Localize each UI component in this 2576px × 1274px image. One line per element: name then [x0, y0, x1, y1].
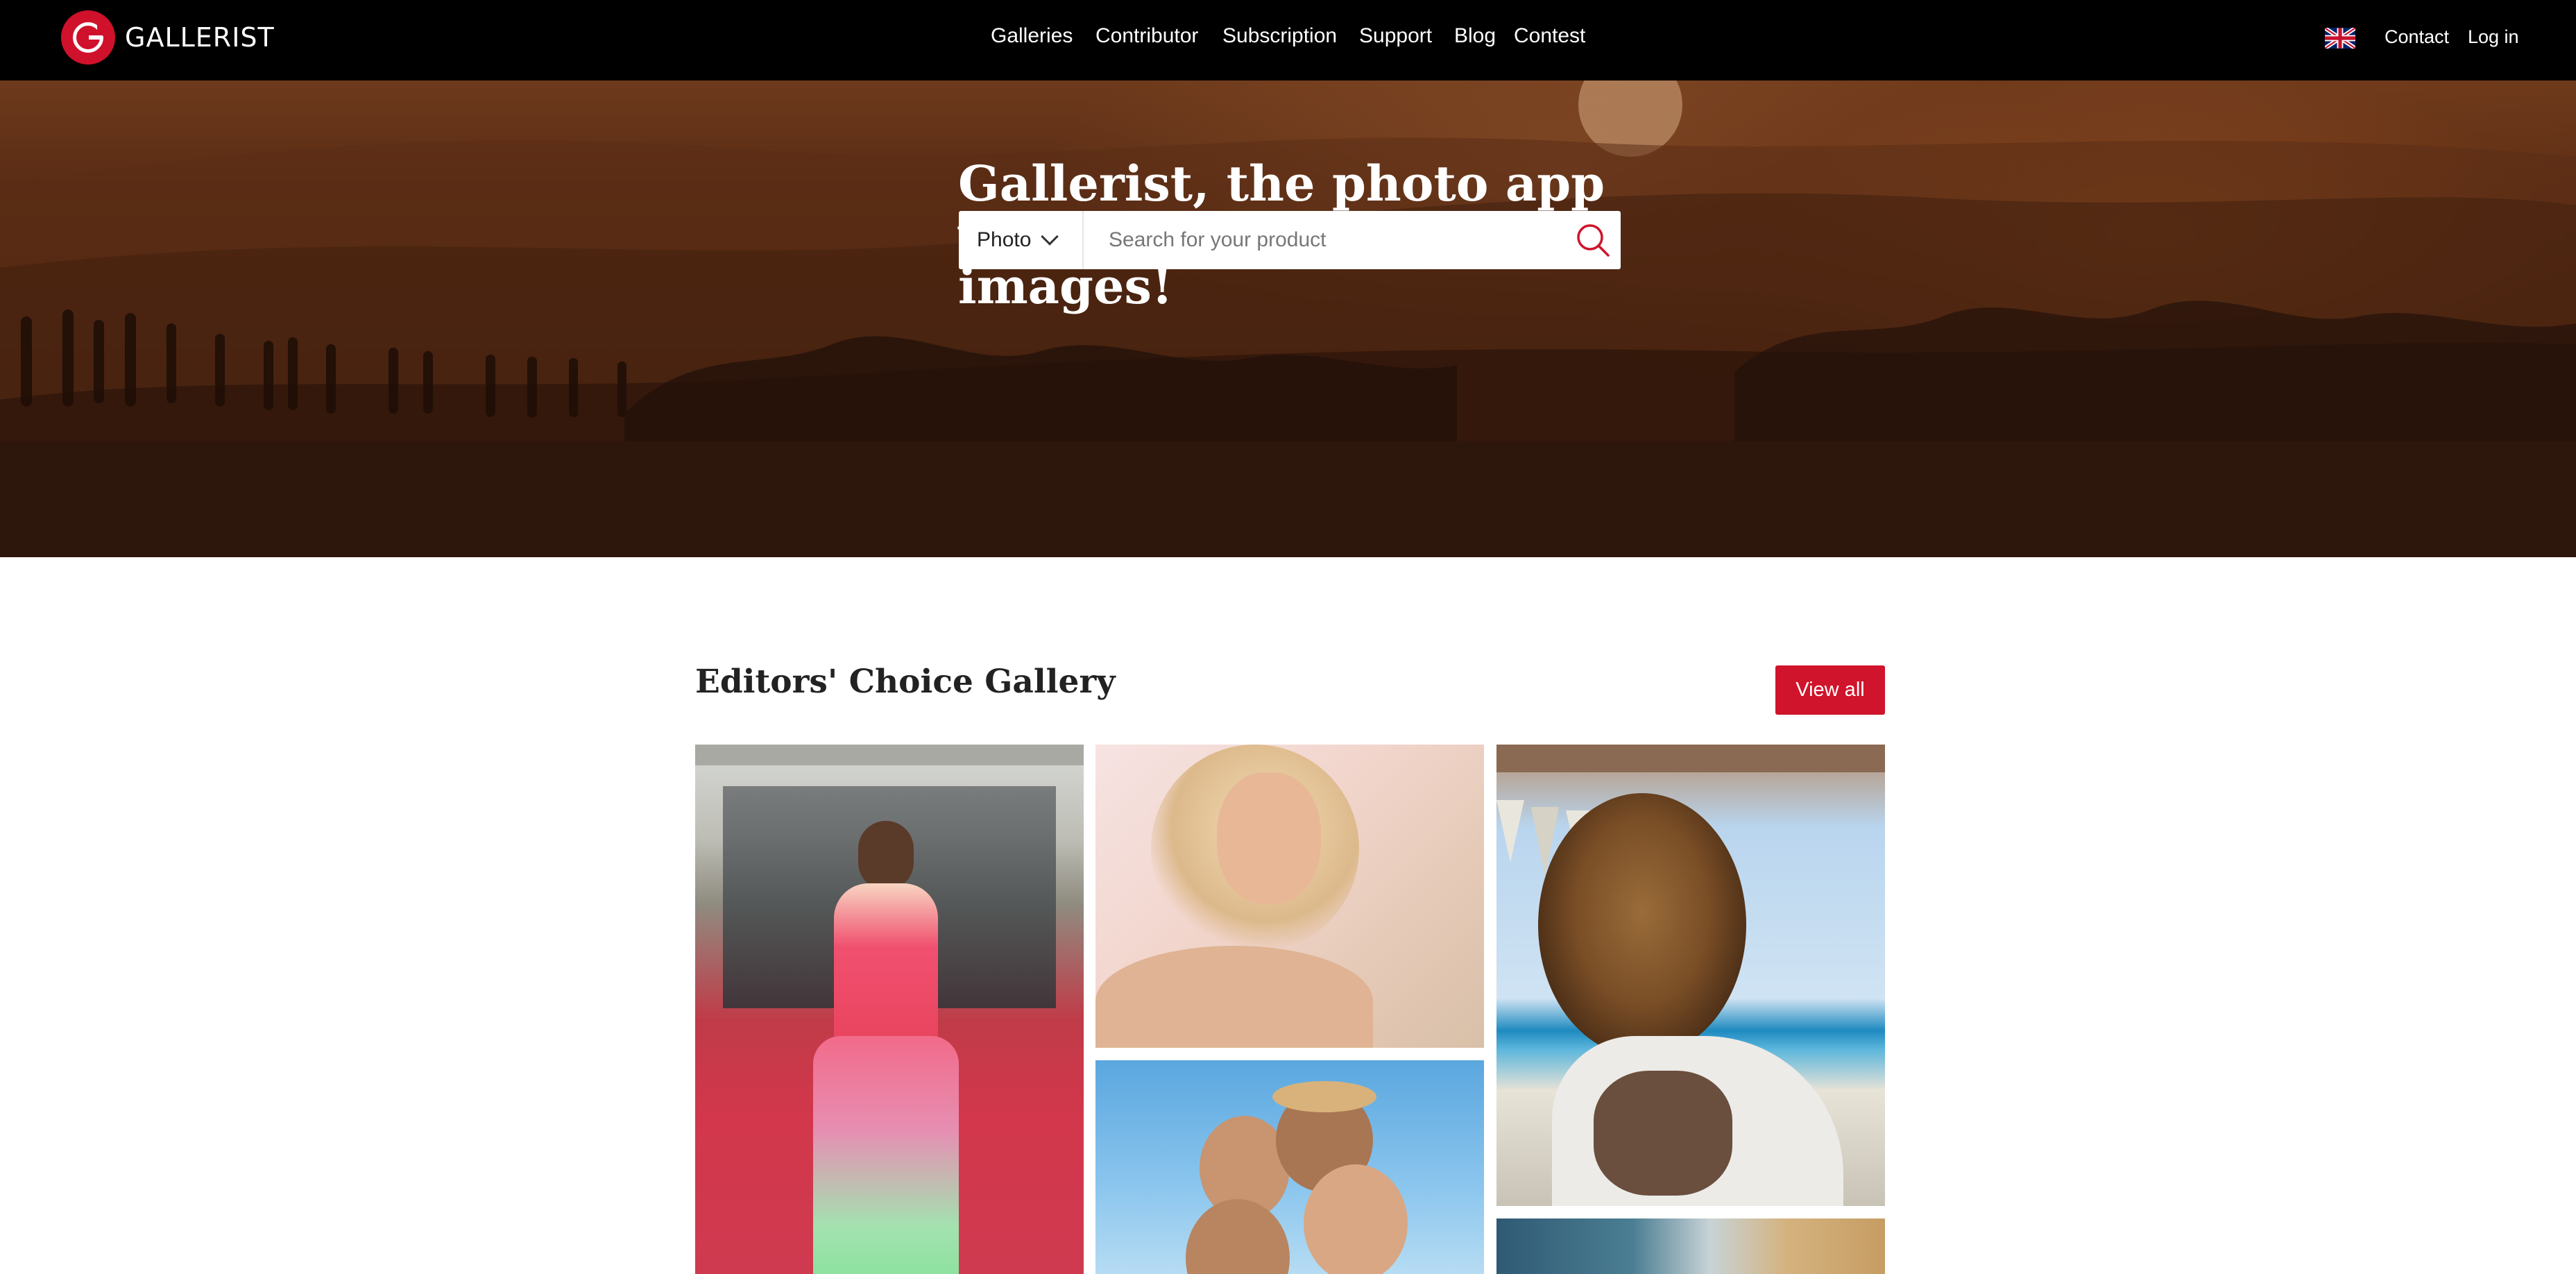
- nav-link-contributor[interactable]: Contributor: [1095, 24, 1198, 48]
- gallery-photo-woman-sun[interactable]: [1095, 745, 1484, 1048]
- search-type-dropdown[interactable]: Photo: [959, 211, 1084, 269]
- hero-landscape-image: [0, 137, 2576, 557]
- top-navbar: GALLERIST Galleries Contributor Subscrip…: [0, 0, 2576, 80]
- search-bar: Photo: [959, 211, 1621, 269]
- brand-name: GALLERIST: [125, 22, 275, 53]
- nav-link-contact[interactable]: Contact: [2385, 26, 2449, 48]
- brand-logo[interactable]: GALLERIST: [61, 10, 275, 65]
- gallery-photo-woman-van[interactable]: [1496, 745, 1885, 1206]
- hero-banner: Gallerist, the photo app which values yo…: [0, 80, 2576, 557]
- nav-link-blog[interactable]: Blog: [1454, 24, 1496, 48]
- nav-link-login[interactable]: Log in: [2468, 26, 2519, 48]
- logo-icon: [61, 10, 115, 65]
- uk-flag-icon[interactable]: [2325, 28, 2355, 49]
- view-all-button[interactable]: View all: [1775, 665, 1885, 715]
- search-icon[interactable]: [1565, 211, 1621, 269]
- nav-link-subscription[interactable]: Subscription: [1222, 24, 1337, 48]
- gallery-title: Editors' Choice Gallery: [695, 663, 1116, 701]
- gallery-photo-friends-beach[interactable]: [1095, 1060, 1484, 1274]
- search-type-label: Photo: [977, 228, 1032, 251]
- chevron-down-icon: [1041, 228, 1059, 246]
- gallery-photo-coastline[interactable]: [1496, 1218, 1885, 1274]
- nav-link-support[interactable]: Support: [1359, 24, 1432, 48]
- nav-link-galleries[interactable]: Galleries: [991, 24, 1073, 48]
- nav-link-contest[interactable]: Contest: [1514, 24, 1585, 48]
- gallery-photo-dancer[interactable]: [695, 745, 1084, 1274]
- search-input[interactable]: [1084, 212, 1565, 268]
